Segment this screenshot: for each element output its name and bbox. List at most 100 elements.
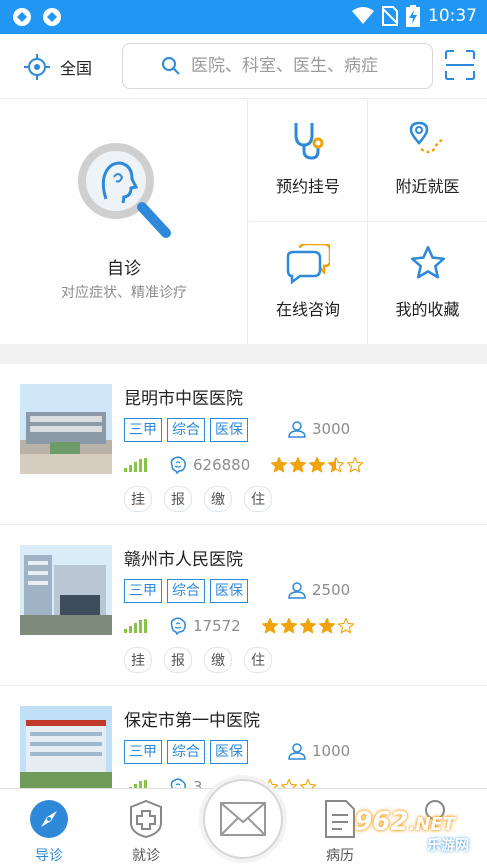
self-diagnosis-subtitle: 对应症状、精准诊疗	[61, 285, 187, 301]
tag-insurance: 医保	[210, 579, 248, 603]
visit-count: 626880	[193, 456, 251, 474]
nearby-label: 附近就医	[395, 177, 460, 196]
status-bar: 10:37	[0, 0, 487, 34]
favorites-button[interactable]: 我的收藏	[368, 222, 487, 345]
tag-insurance: 医保	[210, 740, 248, 764]
self-diagnosis-card[interactable]: 自诊 对应症状、精准诊疗	[0, 99, 248, 345]
hospital-card[interactable]: 昆明市中医医院 三甲 综合 医保 3000 626880 挂 报 缴 住	[0, 364, 487, 525]
signal-icon	[124, 780, 147, 788]
person-icon	[288, 582, 306, 599]
bottom-nav: 导诊 就诊 病历 962.NET 乐游网	[0, 779, 487, 865]
region-label: 全国	[60, 59, 93, 78]
clock: 10:37	[428, 6, 477, 26]
section-divider	[0, 344, 487, 364]
hospital-name: 保定市第一中医院	[124, 711, 260, 731]
hospital-photo	[20, 384, 112, 474]
hospital-photo	[20, 545, 112, 635]
person-icon	[288, 421, 306, 438]
tag-type: 综合	[167, 418, 205, 442]
search-icon	[162, 57, 180, 75]
self-diagnosis-title: 自诊	[107, 259, 141, 279]
app-notification-icon	[13, 8, 31, 26]
battery-charging-icon	[406, 5, 420, 27]
location-route-icon	[409, 121, 444, 154]
hospital-name: 赣州市人民医院	[124, 550, 243, 570]
star-icon	[309, 456, 326, 473]
hospital-card[interactable]: 保定市第一中医院 三甲 综合 医保 1000 3	[0, 686, 487, 788]
nearby-button[interactable]: 附近就医	[368, 99, 487, 222]
tag-grade: 三甲	[124, 579, 162, 603]
compass-icon	[30, 800, 68, 838]
appointment-button[interactable]: 预约挂号	[249, 99, 368, 222]
watermark-number: 962	[354, 807, 409, 837]
signal-icon	[124, 458, 147, 472]
star-icon	[299, 617, 316, 634]
no-sim-icon	[382, 6, 398, 26]
action-inpatient[interactable]: 住	[244, 647, 272, 673]
tag-type: 综合	[167, 579, 205, 603]
tag-type: 综合	[167, 740, 205, 764]
self-diagnosis-magnifier-icon	[78, 143, 171, 238]
visit-count: 3	[193, 778, 203, 788]
action-inpatient[interactable]: 住	[244, 486, 272, 512]
app-notification-icon	[43, 8, 61, 26]
hospital-card[interactable]: 赣州市人民医院 三甲 综合 医保 2500 17572 挂 报 缴 住	[0, 525, 487, 686]
action-register[interactable]: 挂	[124, 486, 152, 512]
star-icon	[347, 456, 364, 473]
visit-count: 17572	[193, 617, 241, 635]
star-icon	[280, 617, 297, 634]
star-icon	[299, 778, 316, 788]
brain-icon	[170, 778, 186, 788]
star-icon	[328, 456, 345, 473]
watermark-site: 乐游网	[427, 838, 469, 854]
rating-stars	[270, 456, 364, 474]
action-report[interactable]: 报	[164, 647, 192, 673]
star-icon	[318, 617, 335, 634]
nav-visit[interactable]: 就诊	[106, 799, 186, 865]
region-selector[interactable]: 全国	[24, 54, 92, 80]
mail-icon	[220, 802, 266, 836]
appointment-label: 预约挂号	[275, 177, 340, 196]
online-consult-button[interactable]: 在线咨询	[249, 222, 368, 345]
favorites-label: 我的收藏	[395, 300, 460, 319]
nav-guide-label: 导诊	[35, 848, 63, 864]
top-bar: 全国	[0, 34, 487, 98]
action-report[interactable]: 报	[164, 486, 192, 512]
nav-visit-label: 就诊	[132, 848, 160, 864]
brain-icon	[170, 456, 186, 474]
star-icon	[271, 456, 288, 473]
message-center-button[interactable]	[203, 779, 283, 859]
watermark-suffix: .NET	[408, 814, 455, 835]
watermark-logo: 962.NET 乐游网	[339, 803, 479, 859]
action-pay[interactable]: 缴	[204, 486, 232, 512]
hospital-list: 昆明市中医医院 三甲 综合 医保 3000 626880 挂 报 缴 住 赣州市…	[0, 364, 487, 788]
star-icon	[261, 617, 278, 634]
star-outline-icon	[410, 245, 445, 279]
bed-count: 3000	[312, 420, 351, 438]
chat-bubbles-icon	[286, 244, 330, 284]
hospital-photo	[20, 706, 112, 788]
person-icon	[288, 743, 306, 760]
medical-cross-icon	[130, 799, 162, 839]
search-box[interactable]	[122, 43, 433, 89]
stethoscope-icon	[294, 123, 324, 160]
hospital-name: 昆明市中医医院	[124, 389, 243, 409]
star-icon	[280, 778, 297, 788]
bed-count: 2500	[312, 581, 351, 599]
tag-grade: 三甲	[124, 740, 162, 764]
signal-icon	[124, 619, 147, 633]
wifi-icon	[352, 7, 374, 24]
nav-guide[interactable]: 导诊	[9, 799, 89, 865]
search-input[interactable]	[191, 52, 421, 80]
locate-icon	[24, 54, 50, 80]
rating-stars	[261, 617, 355, 635]
function-grid: 自诊 对应症状、精准诊疗 预约挂号 附近就医 在线咨询 我的收藏	[0, 98, 487, 345]
star-icon	[337, 617, 354, 634]
online-consult-label: 在线咨询	[275, 300, 340, 319]
action-register[interactable]: 挂	[124, 647, 152, 673]
action-pay[interactable]: 缴	[204, 647, 232, 673]
brain-icon	[170, 617, 186, 635]
tag-grade: 三甲	[124, 418, 162, 442]
scan-icon[interactable]	[445, 50, 475, 80]
tag-insurance: 医保	[210, 418, 248, 442]
